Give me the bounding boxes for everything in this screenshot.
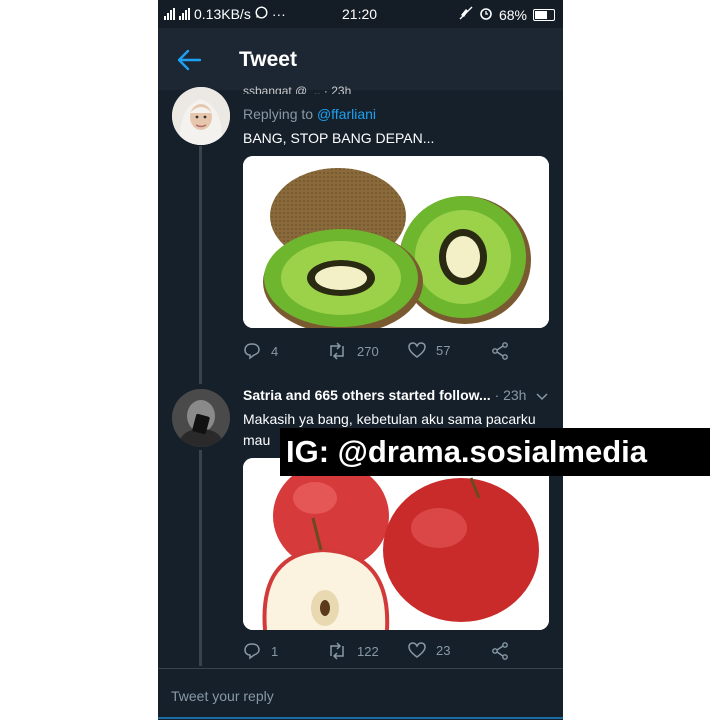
signal-icon-2	[179, 8, 190, 20]
top-app-bar: Tweet	[158, 28, 563, 90]
whatsapp-icon	[255, 6, 268, 22]
signal-icon	[164, 8, 175, 20]
like-action[interactable]: 23	[408, 642, 450, 659]
reply-icon	[243, 342, 261, 360]
phone-screen: 0.13KB/s ··· 21:20 68% Tweet ssbangat @_…	[158, 0, 563, 720]
battery-level: 68%	[498, 6, 527, 23]
thread-line	[199, 450, 202, 666]
reply-underline	[158, 717, 563, 719]
thread-line	[199, 146, 202, 384]
back-arrow-icon[interactable]	[176, 48, 202, 72]
heart-icon	[408, 342, 426, 359]
heart-icon	[408, 642, 426, 659]
reply-action[interactable]: 4	[243, 342, 278, 360]
network-speed: 0.13KB/s	[194, 6, 251, 22]
reply-input-placeholder[interactable]: Tweet your reply	[171, 688, 274, 704]
chevron-down-icon[interactable]	[536, 388, 548, 404]
tweet-header: Satria and 665 others started follow... …	[243, 387, 563, 404]
reply-icon	[243, 642, 261, 660]
reply-count: 1	[271, 643, 279, 659]
share-icon	[491, 342, 509, 360]
share-icon	[491, 642, 509, 660]
like-count: 23	[436, 643, 451, 658]
replying-to-handle[interactable]: @ffarliani	[317, 106, 376, 122]
avatar[interactable]	[172, 389, 230, 447]
tweet-text: BANG, STOP BANG DEPAN...	[243, 130, 435, 146]
tweet-author[interactable]: Satria and 665 others started follow...	[243, 387, 491, 403]
mute-icon	[459, 6, 473, 23]
like-count: 57	[436, 343, 451, 358]
more-dots: ···	[271, 6, 286, 22]
tweet-actions: 4 270 57	[243, 342, 543, 364]
retweet-action[interactable]: 270	[327, 342, 379, 360]
avatar[interactable]	[172, 87, 230, 145]
alarm-icon	[479, 6, 493, 23]
retweet-icon	[327, 342, 347, 360]
retweet-count: 122	[357, 643, 379, 659]
tweet-time: · 23h	[494, 387, 527, 403]
tweet-image-apple[interactable]	[243, 458, 549, 630]
reply-action[interactable]: 1	[243, 642, 278, 660]
clock: 21:20	[342, 6, 378, 22]
status-bar: 0.13KB/s ··· 21:20 68%	[158, 0, 563, 28]
retweet-count: 270	[357, 343, 379, 359]
share-action[interactable]	[491, 342, 509, 360]
status-left: 0.13KB/s ···	[164, 6, 286, 22]
battery-icon	[533, 8, 555, 21]
reply-composer[interactable]: Tweet your reply	[158, 668, 563, 720]
retweet-action[interactable]: 122	[327, 642, 379, 660]
reply-count: 4	[271, 343, 279, 359]
like-action[interactable]: 57	[408, 342, 450, 359]
watermark: IG: @drama.sosialmedia	[280, 428, 710, 476]
tweet-actions: 1 122 23	[243, 642, 543, 664]
replying-to-label: Replying to	[243, 106, 314, 122]
retweet-icon	[327, 642, 347, 660]
replying-to-line: Replying to @ffarliani	[243, 106, 376, 122]
tweet-author-cut: ssbangat @_.. · 23h	[243, 84, 352, 94]
page-title: Tweet	[239, 48, 297, 71]
tweet-image-kiwi[interactable]	[243, 156, 549, 328]
share-action[interactable]	[491, 642, 509, 660]
status-right: 68%	[459, 6, 555, 23]
